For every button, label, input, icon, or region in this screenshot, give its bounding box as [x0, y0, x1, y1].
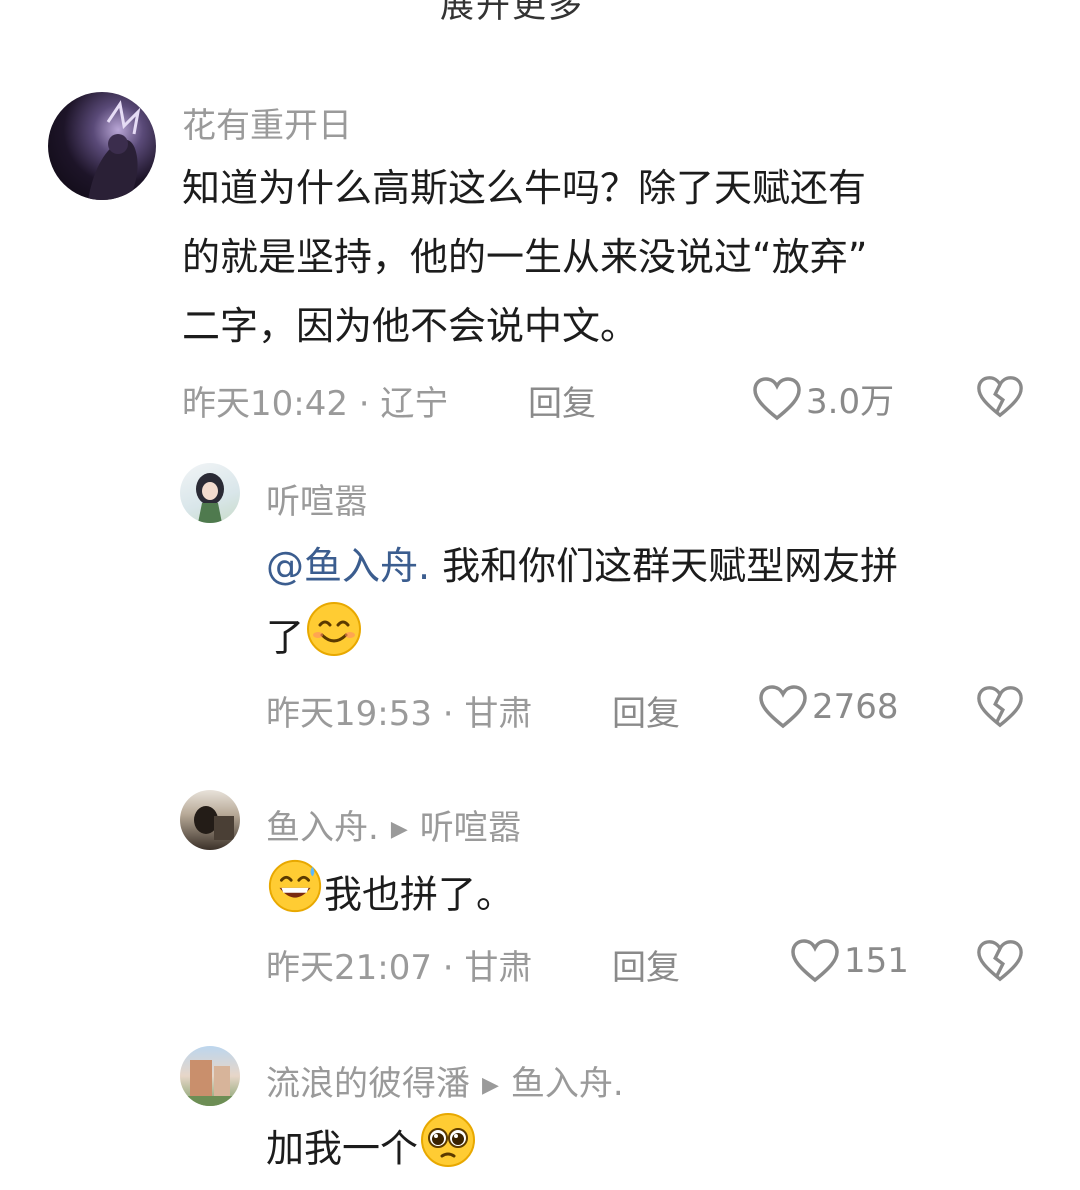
comment-line-text: 了 — [266, 615, 305, 660]
reply-to-username[interactable]: 鱼入舟. — [511, 1064, 624, 1104]
reply-button[interactable]: 回复 — [612, 940, 680, 989]
comment-line: 了 — [266, 601, 1046, 679]
avatar-image — [180, 1060, 240, 1106]
smiling-face-emoji — [304, 601, 364, 679]
comment-line-text: 我和你们这群天赋型网友拼 — [430, 544, 899, 588]
reply-to-username[interactable]: 听喧嚣 — [420, 808, 522, 848]
heart-icon — [759, 685, 807, 729]
broken-heart-icon — [977, 686, 1023, 728]
comment-line: 二字，因为他不会说中文。 — [182, 304, 639, 348]
like-button[interactable]: 151 — [790, 938, 909, 984]
comment-text: 我也拼了。 — [266, 858, 1046, 936]
comment-meta: 昨天21:07 · 甘肃 — [266, 948, 533, 988]
comment-line: 的就是坚持，他的一生从来没说过“放弃” — [182, 235, 868, 279]
avatar-image — [88, 100, 141, 200]
broken-heart-icon — [977, 940, 1023, 982]
mention-link[interactable]: @鱼入舟. — [266, 544, 430, 588]
heart-icon — [753, 376, 801, 420]
like-button[interactable]: 3.0万 — [752, 374, 894, 423]
comment-line: 我也拼了。 — [266, 858, 1046, 936]
username[interactable]: 鱼入舟. ▶ 听喧嚣 — [266, 800, 522, 849]
username[interactable]: 花有重开日 — [182, 98, 352, 147]
avatar[interactable] — [180, 463, 240, 523]
avatar[interactable] — [48, 92, 156, 200]
partial-top-text: 展开更多 — [440, 0, 584, 26]
comment-line-text: 我也拼了。 — [324, 872, 515, 917]
heart-icon — [791, 939, 839, 983]
comment-line: 知道为什么高斯这么牛吗？除了天赋还有 — [182, 166, 867, 210]
avatar[interactable] — [180, 1046, 240, 1106]
avatar[interactable] — [180, 790, 240, 850]
comment-line-text: 加我一个 — [266, 1126, 419, 1171]
like-count: 151 — [844, 941, 909, 981]
reply-arrow-icon: ▶ — [482, 1073, 499, 1098]
broken-heart-icon — [977, 376, 1023, 418]
comment-text: 加我一个 — [266, 1112, 1046, 1190]
username-text[interactable]: 流浪的彼得潘 — [266, 1064, 470, 1104]
dislike-button[interactable] — [976, 938, 1024, 988]
comment-line: 加我一个 — [266, 1112, 1046, 1190]
comment-text: 知道为什么高斯这么牛吗？除了天赋还有 的就是坚持，他的一生从来没说过“放弃” 二… — [182, 154, 1042, 361]
pleading-face-emoji — [418, 1112, 478, 1190]
reply-arrow-icon: ▶ — [390, 817, 408, 842]
comment-line: @鱼入舟. 我和你们这群天赋型网友拼 — [266, 532, 1046, 601]
avatar-image — [196, 473, 224, 523]
comment-text: @鱼入舟. 我和你们这群天赋型网友拼 了 — [266, 532, 1046, 679]
like-count: 2768 — [812, 687, 899, 727]
reply-button[interactable]: 回复 — [528, 376, 596, 425]
comment-meta: 昨天19:53 · 甘肃 — [266, 694, 533, 734]
reply-button[interactable]: 回复 — [612, 686, 680, 735]
avatar-image — [194, 806, 234, 840]
like-count: 3.0万 — [806, 382, 895, 422]
username-text[interactable]: 鱼入舟. — [266, 808, 379, 848]
dislike-button[interactable] — [976, 374, 1024, 424]
grinning-sweat-emoji — [266, 858, 324, 936]
username[interactable]: 流浪的彼得潘 ▶ 鱼入舟. — [266, 1056, 624, 1105]
like-button[interactable]: 2768 — [758, 684, 899, 730]
dislike-button[interactable] — [976, 684, 1024, 734]
username[interactable]: 听喧嚣 — [266, 474, 368, 523]
comment-meta: 昨天10:42 · 辽宁 — [182, 384, 449, 424]
